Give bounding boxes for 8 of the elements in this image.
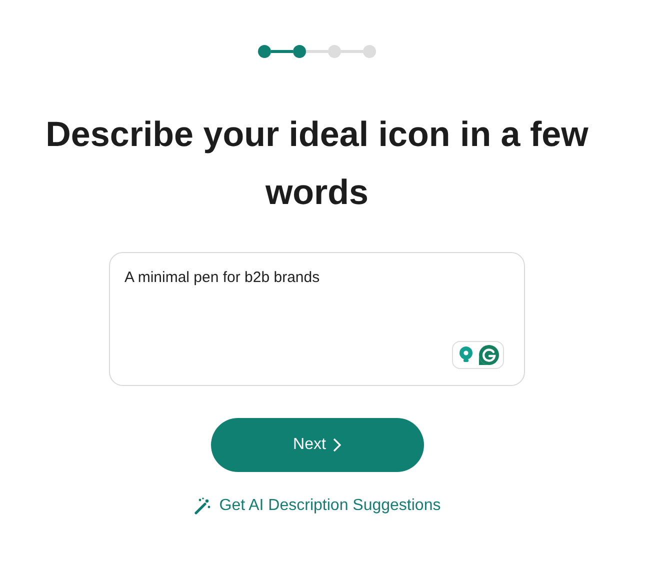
magic-wand-icon (193, 497, 212, 515)
lightbulb-icon (458, 346, 472, 364)
description-input[interactable]: A minimal pen for b2b brands (110, 253, 524, 385)
chevron-right-icon (332, 438, 341, 452)
page-heading: Describe your ideal icon in a few words (44, 114, 590, 214)
next-button[interactable]: Next (210, 418, 424, 472)
suggestions-link[interactable]: Get AI Description Suggestions (193, 497, 441, 515)
ring-logo-icon (478, 344, 500, 366)
